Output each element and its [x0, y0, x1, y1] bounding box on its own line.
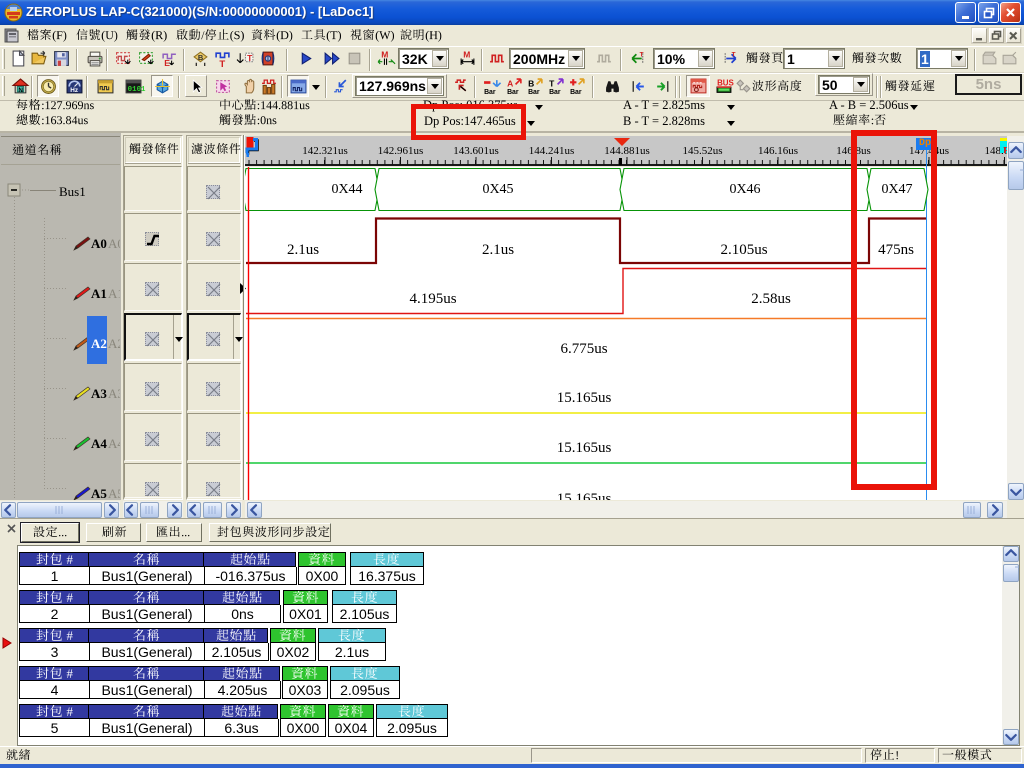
- svg-text:B: B: [528, 79, 534, 89]
- svg-text:M: M: [381, 49, 388, 59]
- svg-text:T: T: [549, 79, 555, 89]
- svg-text:Bar: Bar: [570, 89, 582, 96]
- svg-text:0101: 0101: [128, 86, 146, 94]
- svg-text:Hz: Hz: [70, 87, 78, 94]
- svg-text:T: T: [219, 59, 225, 70]
- svg-text:T: T: [247, 53, 253, 63]
- svg-text:Bar: Bar: [528, 89, 540, 96]
- svg-text:M: M: [463, 49, 470, 59]
- svg-text:A: A: [507, 79, 513, 89]
- svg-text:T: T: [640, 51, 644, 58]
- svg-text:B: B: [198, 53, 204, 62]
- svg-text:BUS: BUS: [717, 78, 734, 87]
- svg-text:E: E: [164, 58, 170, 68]
- svg-text:N: N: [18, 87, 23, 94]
- svg-text:Bar: Bar: [484, 89, 496, 96]
- svg-text:T: T: [732, 51, 736, 58]
- svg-text:Bar: Bar: [507, 89, 519, 96]
- svg-text:Bar: Bar: [549, 89, 561, 96]
